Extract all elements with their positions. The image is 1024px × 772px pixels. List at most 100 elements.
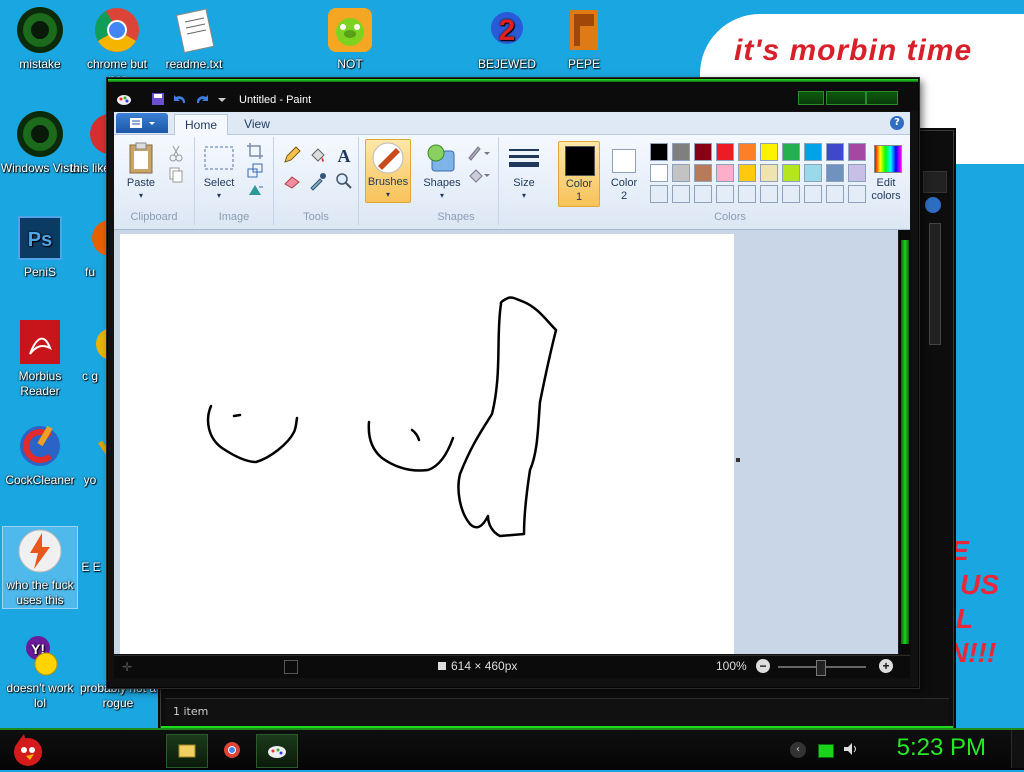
copy-icon[interactable] <box>166 165 186 185</box>
color-swatch[interactable] <box>804 143 822 161</box>
canvas-workspace[interactable] <box>114 230 898 654</box>
fill-icon[interactable] <box>466 165 490 185</box>
color-swatch[interactable] <box>782 164 800 182</box>
desktop-icon-yo[interactable]: yo <box>70 422 110 488</box>
maximize-button[interactable] <box>826 91 866 105</box>
desktop-icon-pepe[interactable]: PEPE <box>544 6 624 72</box>
background-window-scrollbar[interactable] <box>923 171 947 691</box>
taskbar-explorer-button[interactable] <box>166 734 208 768</box>
color-swatch[interactable] <box>804 164 822 182</box>
color-swatch[interactable] <box>716 143 734 161</box>
vertical-scrollbar[interactable] <box>898 230 911 654</box>
desktop-icon-morbius-reader[interactable]: Morbius Reader <box>0 318 80 399</box>
color-swatch[interactable] <box>694 164 712 182</box>
shapes-button[interactable]: Shapes ▾ <box>422 141 462 203</box>
undo-icon[interactable] <box>172 91 188 107</box>
desktop-icon-windows-vista[interactable]: Windows Vista <box>0 110 80 176</box>
paint-menu-button[interactable] <box>116 113 168 133</box>
help-icon[interactable]: ? <box>890 116 904 130</box>
paint-app-icon[interactable] <box>116 91 132 107</box>
show-desktop-button[interactable] <box>1011 730 1024 768</box>
minimize-button[interactable] <box>798 91 824 105</box>
color-swatch[interactable] <box>694 143 712 161</box>
color-swatch[interactable] <box>848 164 866 182</box>
color-swatch[interactable] <box>716 164 734 182</box>
color-swatch[interactable] <box>782 185 800 203</box>
color-swatch[interactable] <box>650 143 668 161</box>
close-button[interactable] <box>866 91 898 105</box>
color-swatch[interactable] <box>760 185 778 203</box>
tab-view[interactable]: View <box>232 114 282 134</box>
color-swatch[interactable] <box>782 143 800 161</box>
title-bar[interactable]: Untitled - Paint <box>108 79 918 111</box>
zoom-out-button[interactable]: − <box>756 659 770 673</box>
desktop-icon-not[interactable]: NOT <box>310 6 390 72</box>
rotate-icon[interactable] <box>245 181 265 201</box>
redo-icon[interactable] <box>194 91 210 107</box>
color-swatch[interactable] <box>672 185 690 203</box>
desktop-icon-cockcleaner[interactable]: CockCleaner <box>0 422 80 488</box>
cut-icon[interactable] <box>166 143 186 163</box>
color-swatch[interactable] <box>826 164 844 182</box>
edit-colors-button[interactable]: Edit colors <box>866 141 906 205</box>
show-hidden-icons-button[interactable]: ‹ <box>790 742 806 758</box>
fill-bucket-icon[interactable] <box>308 145 328 165</box>
taskbar-paint-button[interactable] <box>256 734 298 768</box>
eraser-icon[interactable] <box>282 171 302 191</box>
desktop-icon-readme[interactable]: readme.txt <box>154 6 234 72</box>
scrollbar-thumb[interactable] <box>901 240 909 644</box>
brushes-button[interactable]: Brushes ▾ <box>365 139 411 203</box>
outline-icon[interactable] <box>466 143 490 163</box>
color-swatch[interactable] <box>760 164 778 182</box>
clock[interactable]: 5:23 PM <box>897 734 986 762</box>
tab-home[interactable]: Home <box>174 114 228 135</box>
color-picker-icon[interactable] <box>308 171 328 191</box>
drawing-canvas[interactable] <box>120 234 734 654</box>
color-swatch[interactable] <box>672 164 690 182</box>
color-swatch[interactable] <box>760 143 778 161</box>
color-swatch[interactable] <box>826 143 844 161</box>
color2-button[interactable]: Color 2 <box>604 141 644 205</box>
volume-icon[interactable] <box>842 740 860 758</box>
color-swatch[interactable] <box>738 143 756 161</box>
customize-quick-access-icon[interactable] <box>214 91 230 107</box>
magnifier-icon[interactable] <box>334 171 354 191</box>
color-swatch[interactable] <box>738 185 756 203</box>
select-button[interactable]: Select ▾ <box>199 141 239 203</box>
desktop-icon-mistake[interactable]: mistake <box>0 6 80 72</box>
color1-button[interactable]: Color 1 <box>558 141 600 207</box>
zoom-slider-thumb[interactable] <box>816 660 826 676</box>
color-swatch[interactable] <box>716 185 734 203</box>
desktop-icon-cg[interactable]: c g <box>70 318 110 384</box>
save-icon[interactable] <box>150 91 166 107</box>
pencil-icon[interactable] <box>282 145 302 165</box>
color-swatch[interactable] <box>848 143 866 161</box>
desktop-icon-who-uses-this[interactable]: who the fuck uses this <box>2 526 78 609</box>
start-button[interactable] <box>8 730 48 768</box>
desktop-icon-penis[interactable]: Ps PeniS <box>0 214 80 280</box>
color-swatch[interactable] <box>650 164 668 182</box>
color-swatch[interactable] <box>848 185 866 203</box>
canvas-resize-handle[interactable] <box>736 458 740 462</box>
color-swatch[interactable] <box>694 185 712 203</box>
desktop-icon-chrome[interactable]: chrome but nor <box>77 6 157 87</box>
color-swatch[interactable] <box>650 185 668 203</box>
color-swatch[interactable] <box>738 164 756 182</box>
crop-icon[interactable] <box>245 141 265 161</box>
size-button[interactable]: Size ▾ <box>505 141 543 203</box>
taskbar-chrome-button[interactable] <box>214 734 250 766</box>
paint-window[interactable]: Untitled - Paint Home View ? Paste ▾ Cli… <box>107 78 919 688</box>
color-swatch[interactable] <box>672 143 690 161</box>
text-tool-icon[interactable]: A <box>334 145 354 166</box>
zoom-slider[interactable] <box>778 660 866 676</box>
desktop-icon-yahoo[interactable]: Y! doesn't work lol <box>0 630 80 711</box>
desktop-icon-fu[interactable]: fu <box>70 214 110 280</box>
color-swatch[interactable] <box>804 185 822 203</box>
desktop-icon-ee[interactable]: E E <box>76 560 106 575</box>
desktop-icon-this-like[interactable]: this like <box>70 110 110 176</box>
help-icon[interactable] <box>925 197 941 213</box>
action-center-icon[interactable] <box>818 744 834 758</box>
desktop-icon-bejewed[interactable]: 2 BEJEWED <box>467 6 547 72</box>
zoom-in-button[interactable]: + <box>879 659 893 673</box>
resize-icon[interactable] <box>245 161 265 181</box>
